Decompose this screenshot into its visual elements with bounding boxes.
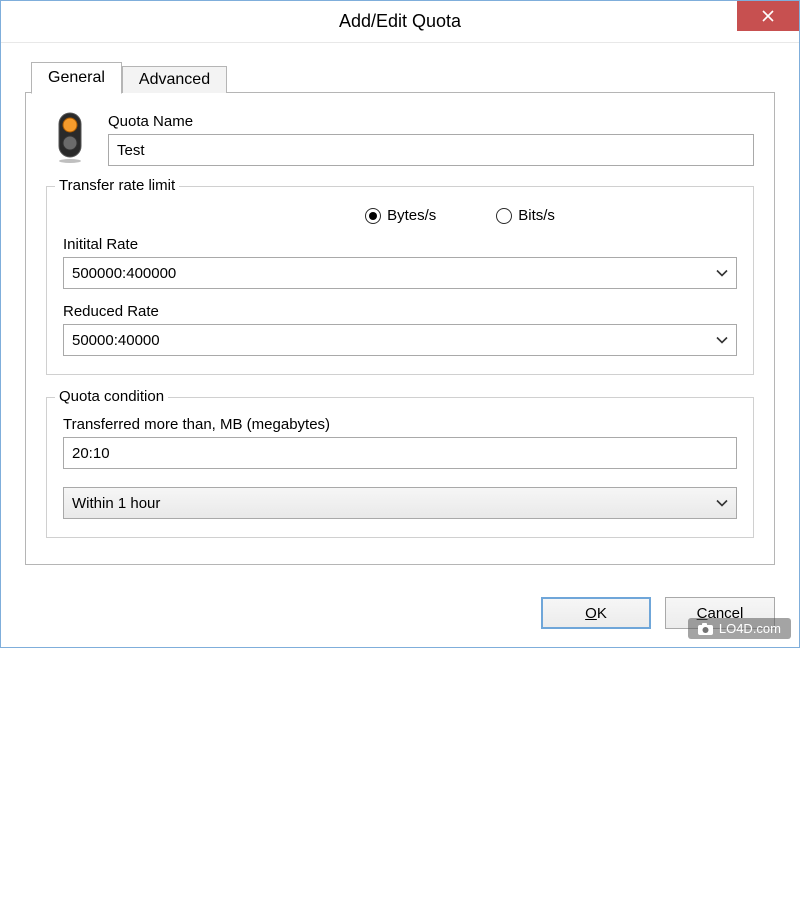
tab-label: General <box>48 69 105 86</box>
tab-general[interactable]: General <box>31 62 122 94</box>
traffic-light-icon <box>46 109 94 165</box>
reduced-rate-label: Reduced Rate <box>63 303 737 320</box>
watermark-text: LO4D.com <box>719 621 781 636</box>
quota-name-input[interactable] <box>108 134 754 166</box>
button-mnemonic: O <box>585 605 597 622</box>
camera-icon <box>698 623 713 635</box>
quota-name-label: Quota Name <box>108 113 754 130</box>
radio-dot-icon <box>496 208 512 224</box>
tab-strip: General Advanced <box>31 61 775 93</box>
watermark-badge: LO4D.com <box>688 618 791 639</box>
tab-advanced[interactable]: Advanced <box>122 66 227 93</box>
quota-name-row: Quota Name <box>46 109 754 166</box>
chevron-down-icon <box>716 265 728 282</box>
radio-label: Bits/s <box>518 207 555 224</box>
period-combo[interactable]: Within 1 hour <box>63 487 737 519</box>
close-button[interactable] <box>737 1 799 31</box>
radio-bits[interactable]: Bits/s <box>496 207 555 224</box>
tab-panel-general: Quota Name Transfer rate limit Bytes/s <box>25 92 775 565</box>
group-legend: Quota condition <box>55 388 168 405</box>
ok-button[interactable]: OK <box>541 597 651 629</box>
chevron-down-icon <box>716 495 728 512</box>
quota-name-block: Quota Name <box>108 109 754 166</box>
titlebar: Add/Edit Quota <box>1 1 799 43</box>
combo-value: Within 1 hour <box>72 495 160 512</box>
group-transfer-rate: Transfer rate limit Bytes/s Bits/s Initi… <box>46 186 754 375</box>
group-quota-condition: Quota condition Transferred more than, M… <box>46 397 754 538</box>
combo-value: 50000:40000 <box>72 332 160 349</box>
transferred-amount-input[interactable] <box>63 437 737 469</box>
client-area: General Advanced <box>1 43 799 583</box>
radio-bytes[interactable]: Bytes/s <box>365 207 436 224</box>
window-title: Add/Edit Quota <box>339 11 461 32</box>
dialog-button-row: OK Cancel <box>1 583 799 647</box>
initial-rate-label: Initital Rate <box>63 236 737 253</box>
combo-value: 500000:400000 <box>72 265 176 282</box>
button-label-rest: K <box>597 605 607 622</box>
tab-control: General Advanced <box>25 61 775 565</box>
reduced-rate-combo[interactable]: 50000:40000 <box>63 324 737 356</box>
chevron-down-icon <box>716 332 728 349</box>
radio-dot-icon <box>365 208 381 224</box>
group-legend: Transfer rate limit <box>55 177 179 194</box>
dialog-window: Add/Edit Quota General Advanced <box>0 0 800 648</box>
transferred-more-label: Transferred more than, MB (megabytes) <box>63 416 737 433</box>
initial-rate-combo[interactable]: 500000:400000 <box>63 257 737 289</box>
close-icon <box>762 10 774 22</box>
unit-radio-row: Bytes/s Bits/s <box>183 207 737 224</box>
radio-label: Bytes/s <box>387 207 436 224</box>
tab-label: Advanced <box>139 71 210 88</box>
